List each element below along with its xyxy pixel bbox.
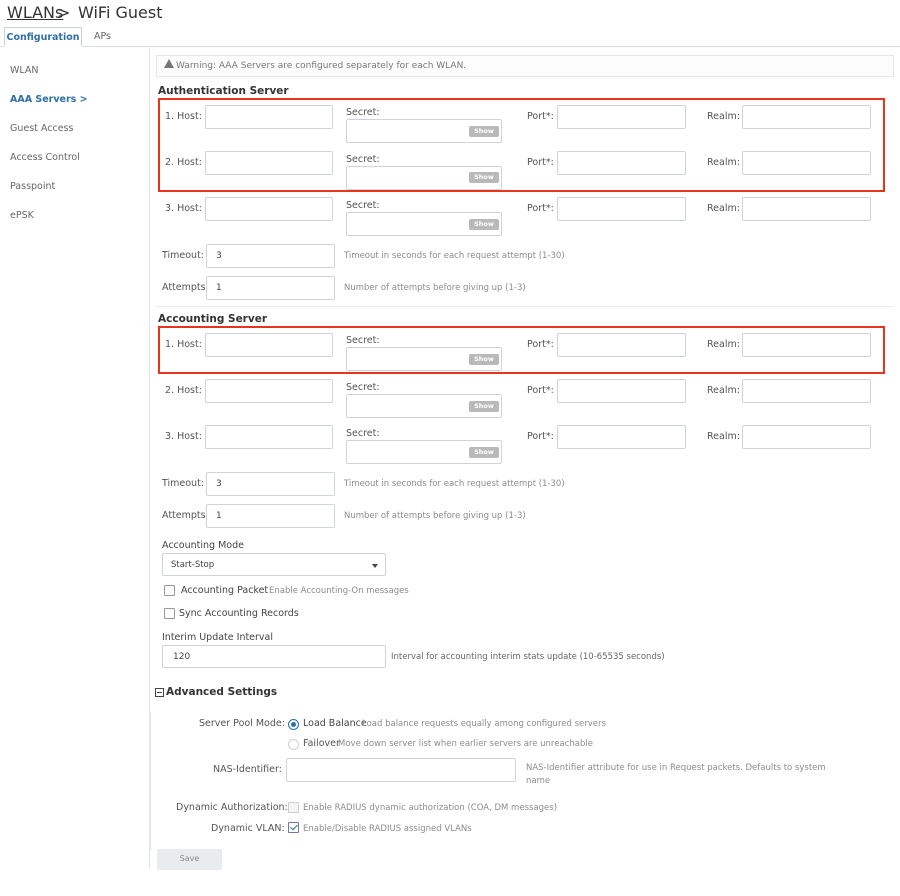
sidebar-item-access-control[interactable]: Access Control bbox=[10, 152, 80, 163]
acct-realm-2-input[interactable] bbox=[742, 379, 871, 403]
breadcrumb-wlans-link[interactable]: WLANs bbox=[7, 3, 63, 22]
nas-identifier-input[interactable] bbox=[286, 758, 516, 782]
accounting-packet-hint: Enable Accounting-On messages bbox=[269, 586, 409, 596]
sidebar bbox=[0, 48, 150, 868]
load-balance-hint: Load balance requests equally among conf… bbox=[362, 719, 606, 729]
load-balance-radio[interactable] bbox=[288, 719, 299, 730]
acct-secret-2-show-button[interactable]: Show bbox=[469, 401, 499, 412]
acct-secret-2-label: Secret: bbox=[346, 382, 380, 393]
auth-attempts-hint: Number of attempts before giving up (1-3… bbox=[344, 283, 526, 293]
tab-aps[interactable]: APs bbox=[84, 27, 121, 47]
acct-port-2-label: Port*: bbox=[527, 385, 554, 396]
tab-configuration[interactable]: Configuration bbox=[4, 27, 82, 47]
accounting-packet-label: Accounting Packet bbox=[181, 585, 269, 596]
section-divider bbox=[156, 306, 894, 307]
acct-timeout-input[interactable]: 3 bbox=[206, 472, 335, 496]
auth-realm-3-input[interactable] bbox=[742, 197, 871, 221]
sidebar-item-epsk[interactable]: ePSK bbox=[10, 210, 34, 221]
dynamic-authorization-checkbox[interactable] bbox=[288, 802, 299, 813]
auth-server-title: Authentication Server bbox=[158, 85, 289, 97]
failover-radio[interactable] bbox=[288, 739, 299, 750]
page-title: WiFi Guest bbox=[78, 3, 163, 22]
save-button[interactable]: Save bbox=[157, 849, 222, 870]
dynamic-vlan-label: Dynamic VLAN: bbox=[211, 823, 285, 834]
auth-host-3-label: 3. Host: bbox=[165, 203, 202, 214]
auth-secret-3-show-button[interactable]: Show bbox=[469, 219, 499, 230]
acct-server-title: Accounting Server bbox=[158, 313, 268, 325]
load-balance-label: Load Balance bbox=[303, 718, 367, 729]
advanced-left-border bbox=[150, 712, 151, 850]
acct-host-2-label: 2. Host: bbox=[165, 385, 202, 396]
interim-update-hint: Interval for accounting interim stats up… bbox=[391, 652, 665, 662]
accounting-mode-label: Accounting Mode bbox=[162, 540, 244, 551]
acct-timeout-label: Timeout: bbox=[162, 478, 205, 489]
interim-update-label: Interim Update Interval bbox=[162, 632, 274, 643]
acct-highlight-box bbox=[158, 326, 885, 374]
interim-update-input[interactable]: 120 bbox=[162, 645, 386, 668]
acct-attempts-value: 1 bbox=[216, 511, 222, 521]
auth-timeout-label: Timeout: bbox=[162, 250, 205, 261]
acct-attempts-label: Attempts: bbox=[162, 510, 209, 521]
dynamic-authorization-label: Dynamic Authorization: bbox=[176, 802, 288, 813]
acct-timeout-value: 3 bbox=[216, 479, 222, 489]
warning-text: Warning: AAA Servers are configured sepa… bbox=[176, 61, 467, 71]
dynamic-vlan-checkbox[interactable] bbox=[288, 822, 299, 833]
acct-host-2-input[interactable] bbox=[205, 379, 333, 403]
acct-attempts-hint: Number of attempts before giving up (1-3… bbox=[344, 511, 526, 521]
breadcrumb-separator: > bbox=[57, 3, 71, 22]
chevron-down-icon bbox=[372, 564, 378, 568]
auth-attempts-label: Attempts: bbox=[162, 282, 209, 293]
interim-update-value: 120 bbox=[173, 652, 191, 662]
auth-attempts-input[interactable]: 1 bbox=[206, 276, 335, 300]
sidebar-item-guest-access[interactable]: Guest Access bbox=[10, 123, 73, 134]
tab-bar: Configuration APs bbox=[0, 27, 900, 47]
acct-timeout-hint: Timeout in seconds for each request atte… bbox=[344, 479, 565, 489]
acct-port-3-label: Port*: bbox=[527, 431, 554, 442]
acct-secret-3-show-button[interactable]: Show bbox=[469, 447, 499, 458]
accounting-packet-checkbox[interactable] bbox=[164, 585, 175, 596]
sync-accounting-records-label: Sync Accounting Records bbox=[179, 608, 299, 619]
auth-port-3-label: Port*: bbox=[527, 203, 554, 214]
auth-secret-3-label: Secret: bbox=[346, 200, 380, 211]
auth-attempts-value: 1 bbox=[216, 283, 222, 293]
auth-host-3-input[interactable] bbox=[205, 197, 333, 221]
sidebar-item-passpoint[interactable]: Passpoint bbox=[10, 181, 55, 192]
accounting-mode-select[interactable]: Start-Stop bbox=[162, 553, 386, 576]
acct-host-3-input[interactable] bbox=[205, 425, 333, 449]
sync-accounting-records-checkbox[interactable] bbox=[164, 608, 175, 619]
sidebar-item-wlan[interactable]: WLAN bbox=[10, 65, 39, 76]
acct-port-3-input[interactable] bbox=[557, 425, 686, 449]
warning-icon bbox=[164, 59, 174, 68]
auth-timeout-input[interactable]: 3 bbox=[206, 244, 335, 268]
acct-port-2-input[interactable] bbox=[557, 379, 686, 403]
acct-attempts-input[interactable]: 1 bbox=[206, 504, 335, 528]
auth-timeout-hint: Timeout in seconds for each request atte… bbox=[344, 251, 565, 261]
dynamic-vlan-hint: Enable/Disable RADIUS assigned VLANs bbox=[303, 824, 472, 834]
nas-identifier-hint-line2: name bbox=[526, 776, 551, 786]
acct-realm-3-input[interactable] bbox=[742, 425, 871, 449]
failover-label: Failover bbox=[303, 738, 340, 749]
auth-timeout-value: 3 bbox=[216, 251, 222, 261]
collapse-icon[interactable] bbox=[155, 688, 164, 697]
acct-host-3-label: 3. Host: bbox=[165, 431, 202, 442]
advanced-settings-title[interactable]: Advanced Settings bbox=[166, 686, 277, 698]
nas-identifier-hint-line1: NAS-Identifier attribute for use in Requ… bbox=[526, 763, 826, 773]
server-pool-mode-label: Server Pool Mode: bbox=[199, 718, 285, 729]
sidebar-item-aaa-servers[interactable]: AAA Servers > bbox=[10, 94, 88, 105]
acct-realm-3-label: Realm: bbox=[707, 431, 740, 442]
accounting-mode-value: Start-Stop bbox=[171, 560, 215, 570]
acct-secret-3-label: Secret: bbox=[346, 428, 380, 439]
auth-port-3-input[interactable] bbox=[557, 197, 686, 221]
auth-realm-3-label: Realm: bbox=[707, 203, 740, 214]
dynamic-authorization-hint: Enable RADIUS dynamic authorization (COA… bbox=[303, 803, 558, 813]
nas-identifier-label: NAS-Identifier: bbox=[213, 764, 282, 775]
failover-hint: Move down server list when earlier serve… bbox=[338, 739, 593, 749]
auth-highlight-box bbox=[158, 98, 885, 192]
acct-realm-2-label: Realm: bbox=[707, 385, 740, 396]
